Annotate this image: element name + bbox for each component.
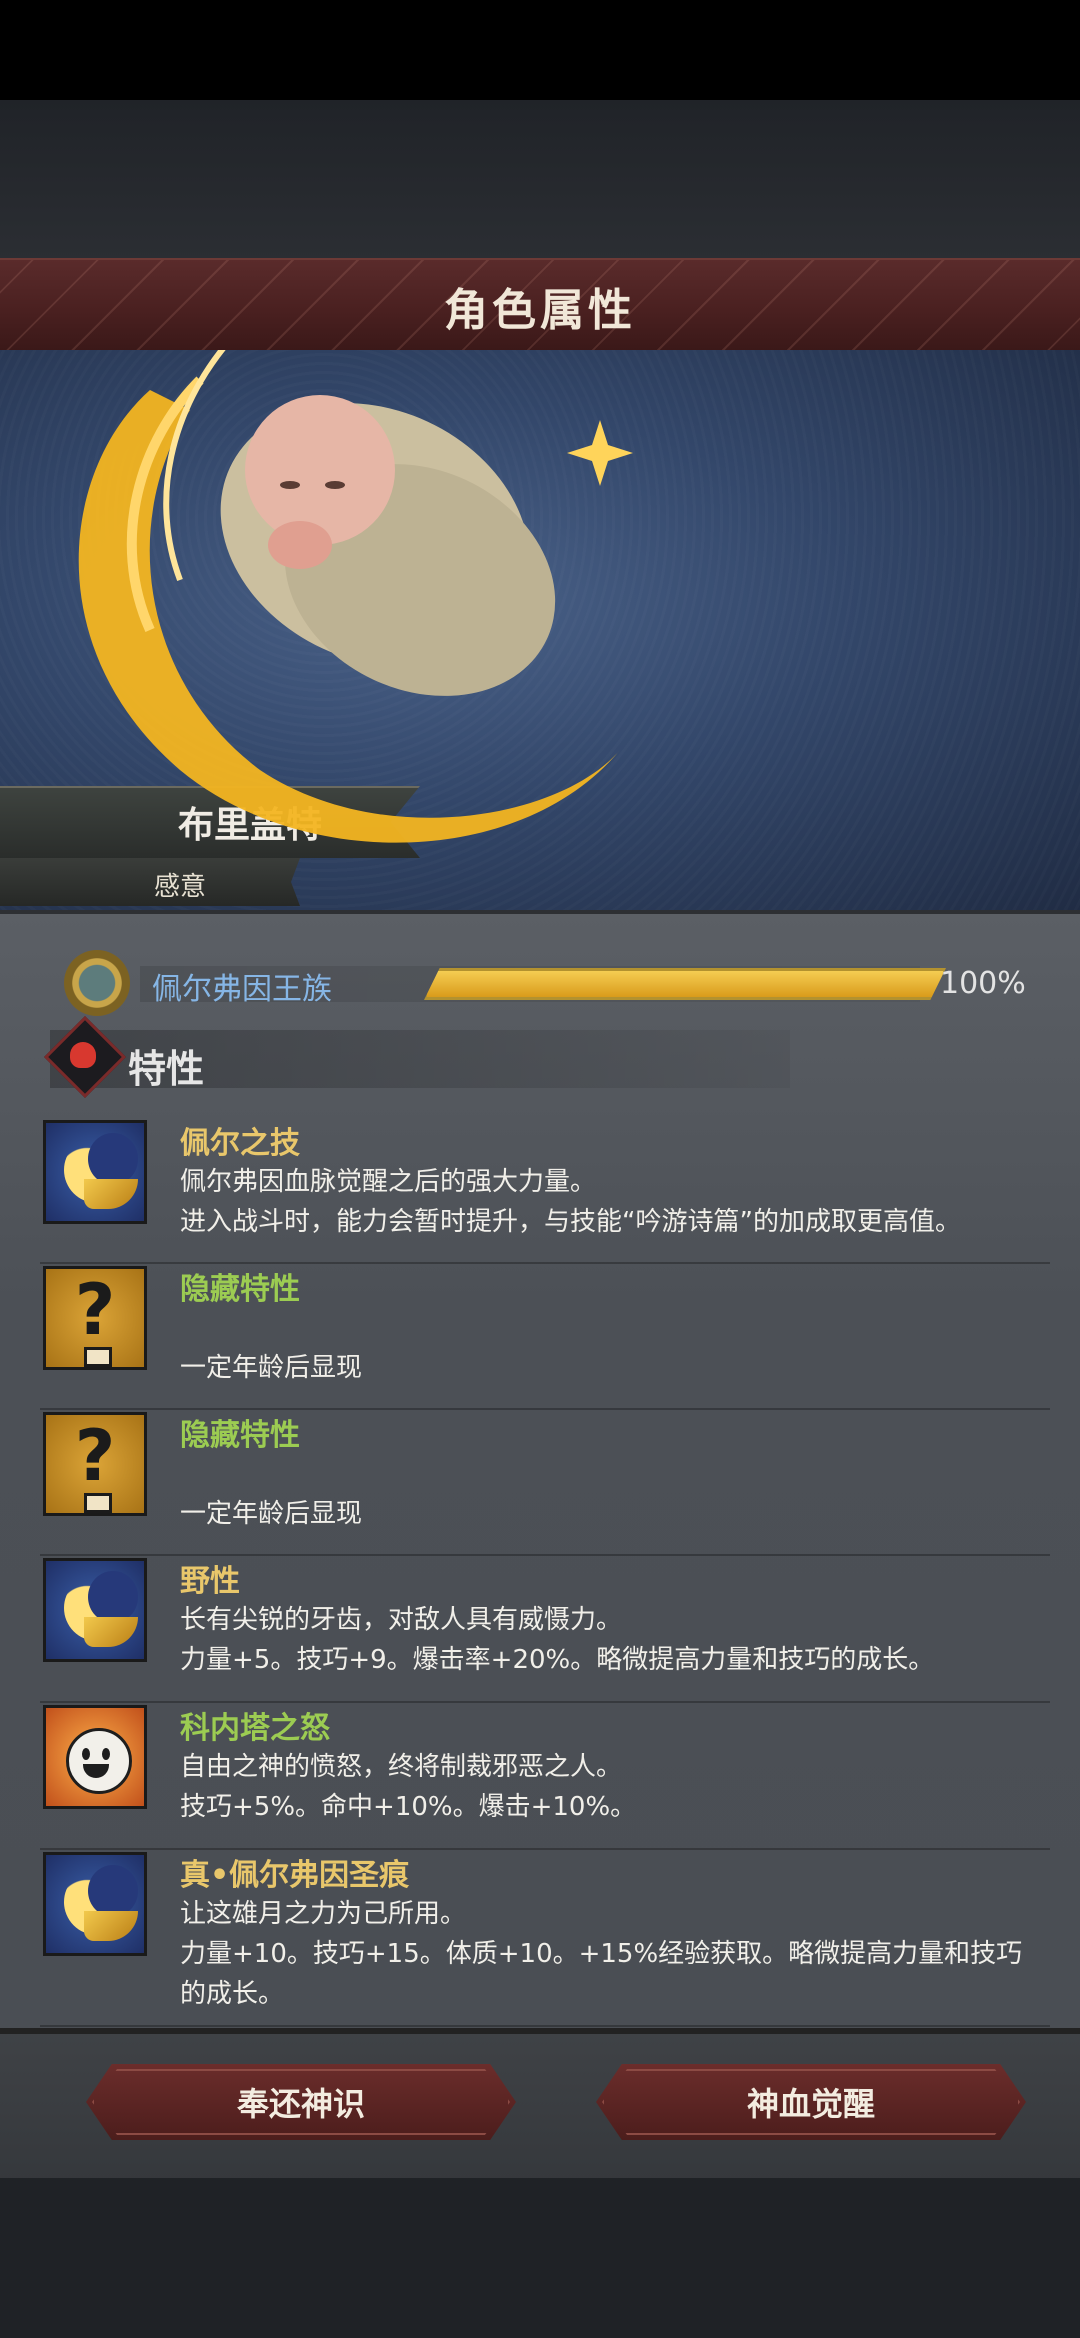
trait-description-line: 进入战斗时，能力会暂时提升，与技能“吟游诗篇”的加成取更高值。 — [180, 1207, 961, 1237]
trait-name: 隐藏特性 — [180, 1418, 300, 1453]
trait-description: 一定年龄后显现 — [180, 1308, 1040, 1388]
return-divine-button-label: 奉还神识 — [236, 2085, 365, 2123]
trait-name: 佩尔之技 — [180, 1126, 300, 1161]
sun-face-icon — [43, 1705, 147, 1809]
page-title: 角色属性 — [444, 285, 636, 336]
bloodline-progress-label: 100% — [940, 966, 1026, 1001]
status-bar — [0, 0, 1080, 100]
trait-item[interactable]: 真•佩尔弗因圣痕让这雄月之力为己所用。力量+10。技巧+15。体质+10。+15… — [40, 1850, 1050, 2027]
trait-name: 野性 — [180, 1564, 240, 1599]
trait-description: 一定年龄后显现 — [180, 1454, 1040, 1534]
traits-title: 特性 — [128, 1047, 205, 1091]
trait-name: 科内塔之怒 — [180, 1711, 330, 1746]
blood-awaken-button-label: 神血觉醒 — [746, 2085, 875, 2123]
portrait-art — [78, 350, 633, 843]
trait-item[interactable]: 科内塔之怒 自由之神的愤怒，终将制裁邪恶之人。 技巧+5%。命中+10%。爆击+10… — [40, 1703, 1050, 1850]
trait-description-line: 技巧+5%。命中+10%。爆击+10%。 — [180, 1792, 637, 1822]
moon-icon — [43, 1558, 147, 1662]
trait-item[interactable]: 佩尔之技佩尔弗因血脉觉醒之后的强大力量。进入战斗时，能力会暂时提升，与技能“吟游… — [40, 1118, 1050, 1264]
flame-icon — [70, 1042, 96, 1068]
top-background — [0, 100, 1080, 260]
trait-name: 隐藏特性 — [180, 1272, 300, 1307]
trait-description-line: 佩尔弗因血脉觉醒之后的强大力量。 — [180, 1167, 597, 1197]
question-icon: ? — [43, 1412, 147, 1516]
bloodline-emblem-icon — [64, 950, 130, 1016]
trait-description: 长有尖锐的牙齿，对敌人具有威慑力。力量+5。技巧+9。爆击率+20%。略微提高力… — [180, 1600, 1040, 1680]
moon-icon — [43, 1852, 147, 1956]
question-icon: ? — [43, 1266, 147, 1370]
trait-description-line: 力量+5。技巧+9。爆击率+20%。略微提高力量和技巧的成长。 — [180, 1645, 935, 1675]
moon-icon — [43, 1120, 147, 1224]
trait-description: 自由之神的愤怒，终将制裁邪恶之人。 技巧+5%。命中+10%。爆击+10%。 — [180, 1747, 1040, 1827]
trait-description-line — [180, 1308, 1040, 1348]
trait-name: 真•佩尔弗因圣痕 — [180, 1858, 410, 1893]
blood-awaken-button[interactable]: 神血觉醒 — [596, 2064, 1026, 2140]
return-divine-button[interactable]: 奉还神识 — [86, 2064, 516, 2140]
trait-description: 让这雄月之力为己所用。力量+10。技巧+15。体质+10。+15%经验获取。略微… — [180, 1894, 1040, 2014]
bloodline-progress-fill — [427, 971, 943, 997]
character-portrait — [0, 350, 1080, 910]
bloodline-name: 佩尔弗因王族 — [152, 972, 332, 1007]
trait-description-line — [180, 1454, 1040, 1494]
trait-description-line: 力量+10。技巧+15。体质+10。+15%经验获取。略微提高力量和技巧的成长。 — [180, 1939, 1023, 2009]
bottom-background — [0, 2178, 1080, 2338]
trait-item[interactable]: ? 隐藏特性一定年龄后显现 — [40, 1264, 1050, 1410]
trait-description-line: 长有尖锐的牙齿，对敌人具有威慑力。 — [180, 1605, 623, 1635]
trait-description-line: 自由之神的愤怒，终将制裁邪恶之人。 — [180, 1752, 623, 1782]
trait-item[interactable]: 野性长有尖锐的牙齿，对敌人具有威慑力。力量+5。技巧+9。爆击率+20%。略微提… — [40, 1556, 1050, 1703]
trait-item[interactable]: ? 隐藏特性一定年龄后显现 — [40, 1410, 1050, 1556]
trait-description-line: 让这雄月之力为己所用。 — [180, 1899, 467, 1929]
trait-description: 佩尔弗因血脉觉醒之后的强大力量。进入战斗时，能力会暂时提升，与技能“吟游诗篇”的… — [180, 1162, 1040, 1242]
trait-description-line: 一定年龄后显现 — [180, 1499, 363, 1529]
bloodline-progress-bar — [424, 968, 946, 1000]
trait-description-line: 一定年龄后显现 — [180, 1353, 363, 1383]
title-bar: 角色属性 — [0, 258, 1080, 355]
